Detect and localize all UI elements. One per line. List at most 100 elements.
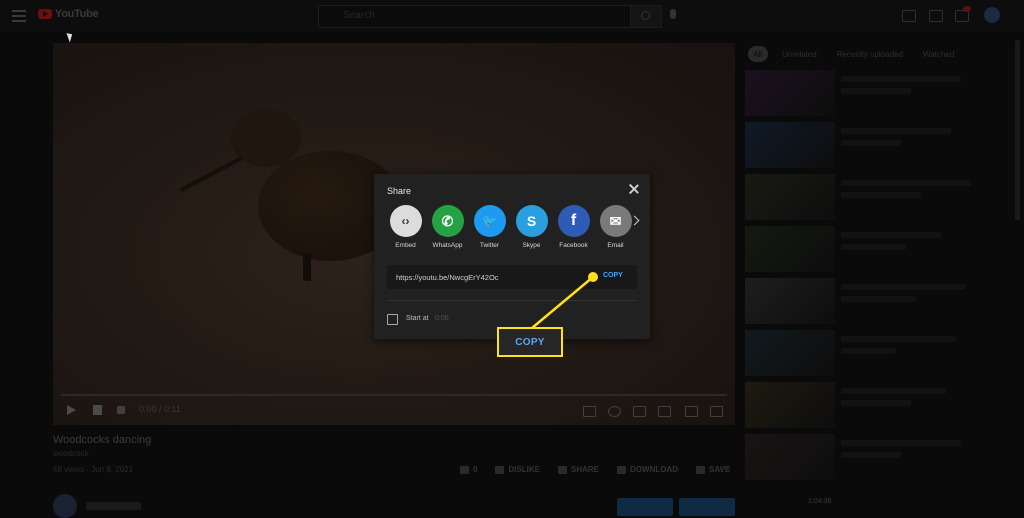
- share-label: Facebook: [559, 242, 588, 249]
- sidebar-scrollbar[interactable]: [1015, 40, 1020, 220]
- share-targets: ‹› Embed ✆ WhatsApp 🐦 Twitter S Skype f …: [389, 205, 632, 249]
- search-icon: [641, 11, 650, 20]
- share-embed[interactable]: ‹› Embed: [389, 205, 422, 249]
- start-at-time[interactable]: 0:00: [435, 315, 449, 322]
- share-url-field[interactable]: https://youtu.be/NwcgErY42Oc COPY: [387, 265, 637, 289]
- create-icon[interactable]: [902, 10, 916, 22]
- list-item[interactable]: [745, 382, 1015, 430]
- bird-head: [231, 109, 301, 167]
- meta-placeholder: [841, 192, 921, 198]
- cast-icon[interactable]: [685, 406, 698, 417]
- miniplayer-icon[interactable]: [633, 406, 646, 417]
- share-label: Twitter: [479, 242, 500, 249]
- search-button[interactable]: [630, 5, 662, 28]
- thumbnail: [745, 70, 835, 116]
- thumbnail: [745, 174, 835, 220]
- title-placeholder: [841, 336, 956, 342]
- share-icon: [558, 465, 568, 474]
- copy-button[interactable]: COPY: [603, 272, 623, 279]
- share-url[interactable]: https://youtu.be/NwcgErY42Oc: [396, 273, 499, 282]
- channel-avatar[interactable]: [53, 494, 77, 518]
- duration-badge: 1:04:36: [808, 498, 832, 505]
- share-whatsapp[interactable]: ✆ WhatsApp: [431, 205, 464, 249]
- list-item[interactable]: [745, 174, 1015, 222]
- title-placeholder: [841, 388, 946, 394]
- meta-placeholder: [841, 348, 896, 354]
- more-options-icon[interactable]: ⋯: [720, 463, 730, 474]
- share-label: Embed: [395, 242, 416, 249]
- thumbs-down-icon: [495, 465, 505, 474]
- list-item[interactable]: [745, 278, 1015, 326]
- next-icon[interactable]: [93, 405, 102, 415]
- dislike-label: DISLIKE: [508, 465, 541, 474]
- callout-label: COPY: [515, 336, 545, 348]
- player-controls: 0:00 / 0:11: [53, 401, 735, 421]
- meta-placeholder: [841, 88, 911, 94]
- list-item[interactable]: [745, 330, 1015, 378]
- join-button[interactable]: [617, 498, 673, 516]
- share-facebook[interactable]: f Facebook: [557, 205, 590, 249]
- thumbnail: [745, 330, 835, 376]
- chip-recently-uploaded[interactable]: Recently uploaded: [831, 46, 909, 63]
- play-icon[interactable]: [67, 405, 76, 415]
- mouse-cursor-icon: [66, 31, 75, 43]
- share-dialog: Share ‹› Embed ✆ WhatsApp 🐦 Twitter S Sk…: [374, 174, 650, 339]
- thumbs-up-icon: [460, 465, 469, 474]
- save-icon: [696, 465, 706, 474]
- meta-placeholder: [841, 140, 901, 146]
- title-placeholder: [841, 232, 941, 238]
- list-item[interactable]: [745, 70, 1015, 118]
- account-avatar[interactable]: [984, 7, 1000, 23]
- share-label: Email: [607, 242, 624, 249]
- meta-placeholder: [841, 296, 916, 302]
- title-placeholder: [841, 76, 961, 82]
- list-item[interactable]: [745, 434, 1015, 482]
- video-channel[interactable]: woodcock: [53, 449, 89, 458]
- dialog-title: Share: [387, 186, 412, 196]
- youtube-logo[interactable]: YouTube: [38, 8, 99, 20]
- list-item[interactable]: [745, 226, 1015, 274]
- download-label: DOWNLOAD: [630, 465, 679, 474]
- channel-name-placeholder[interactable]: [86, 502, 141, 510]
- top-bar: YouTube Search: [0, 0, 1024, 32]
- thumbnail: [745, 382, 835, 428]
- callout-box: COPY: [497, 327, 563, 357]
- title-placeholder: [841, 180, 971, 186]
- twitter-icon: 🐦: [473, 205, 506, 237]
- close-icon[interactable]: [628, 183, 640, 195]
- mic-icon[interactable]: [670, 9, 676, 19]
- search-placeholder: Search: [343, 10, 375, 21]
- like-count: 0: [473, 465, 478, 474]
- video-title: Woodcocks dancing: [53, 434, 152, 446]
- share-label: WhatsApp: [432, 242, 463, 249]
- settings-gear-icon[interactable]: [608, 406, 621, 417]
- start-at-checkbox[interactable]: [387, 314, 398, 325]
- recommendations-list: [745, 70, 1015, 486]
- captions-icon[interactable]: [583, 406, 596, 417]
- share-twitter[interactable]: 🐦 Twitter: [473, 205, 506, 249]
- thumbnail: [745, 278, 835, 324]
- apps-icon[interactable]: [929, 10, 943, 22]
- subscribe-button[interactable]: [679, 498, 735, 516]
- chip-watched[interactable]: Watched: [917, 46, 960, 63]
- share-email[interactable]: ✉ Email: [599, 205, 632, 249]
- download-button[interactable]: DOWNLOAD: [617, 465, 678, 474]
- volume-icon[interactable]: [117, 406, 125, 414]
- share-skype[interactable]: S Skype: [515, 205, 548, 249]
- thumbnail: [745, 226, 835, 272]
- menu-icon[interactable]: [12, 10, 26, 22]
- share-button[interactable]: SHARE: [558, 465, 599, 474]
- search-input[interactable]: Search: [318, 5, 632, 28]
- list-item[interactable]: [745, 122, 1015, 170]
- like-button[interactable]: 0: [460, 465, 477, 474]
- facebook-icon: f: [557, 205, 590, 237]
- theater-mode-icon[interactable]: [658, 406, 671, 417]
- dislike-button[interactable]: DISLIKE: [495, 465, 540, 474]
- bird-leg: [303, 253, 311, 281]
- share-label: SHARE: [571, 465, 600, 474]
- chip-all[interactable]: All: [748, 46, 768, 62]
- title-placeholder: [841, 128, 951, 134]
- progress-bar[interactable]: [61, 394, 727, 396]
- fullscreen-icon[interactable]: [710, 406, 723, 417]
- chip-unrelated[interactable]: Unrelated: [776, 46, 823, 63]
